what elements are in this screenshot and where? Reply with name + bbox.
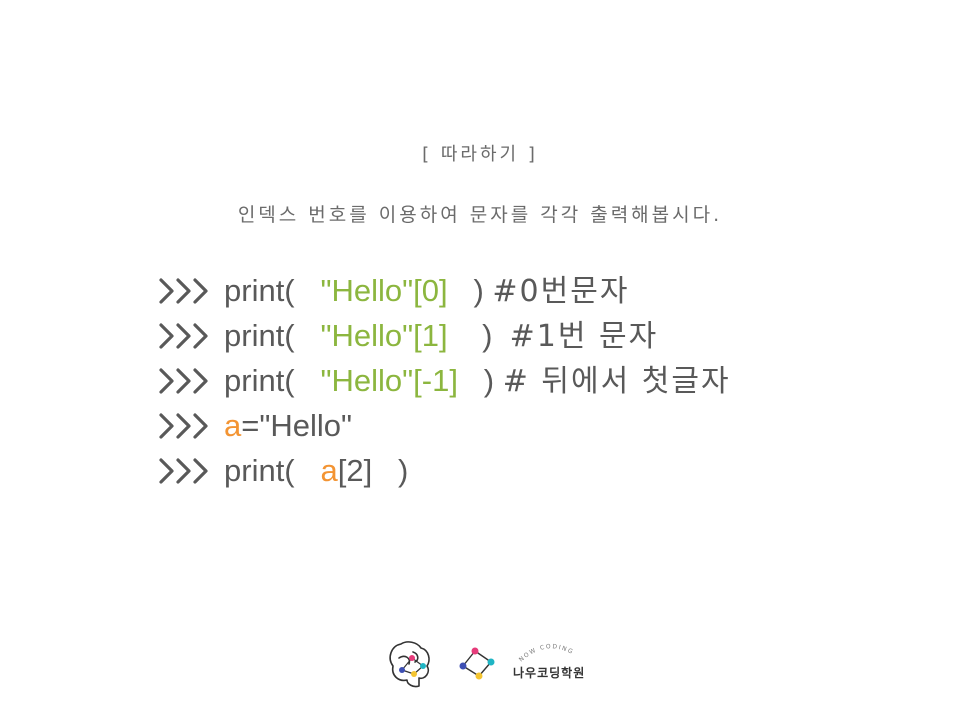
code-line-4: a="Hello" — [158, 403, 938, 448]
code-line-2: print( "Hello"[1] ) #1번 문자 — [158, 313, 938, 358]
logo: NOW CODING 나우코딩학원 — [385, 636, 605, 696]
close-paren: ) — [398, 453, 409, 488]
logo-arc-text: NOW CODING — [518, 643, 575, 663]
variable-name: a — [320, 453, 338, 488]
triple-chevron-right-icon — [158, 268, 224, 313]
code-line-5: print( a[2] ) — [158, 448, 938, 493]
slide-subtitle: 인덱스 번호를 이용하여 문자를 각각 출력해봅시다. — [237, 204, 723, 226]
code-comment: #1번 문자 — [509, 319, 659, 354]
triple-chevron-right-icon — [158, 403, 224, 448]
code-line-3: print( "Hello"[-1] ) # 뒤에서 첫글자 — [158, 358, 938, 403]
function-name: print( — [224, 273, 295, 308]
slide-title: [ 따라하기 ] — [422, 144, 538, 165]
svg-text:NOW CODING: NOW CODING — [518, 643, 575, 663]
string-literal: "Hello"[0] — [320, 273, 448, 308]
triple-chevron-right-icon — [158, 448, 224, 493]
assignment-expression: ="Hello" — [241, 408, 353, 443]
network-diamond-icon — [459, 647, 495, 680]
close-paren: ) — [473, 273, 484, 308]
logo-name: 나우코딩학원 — [513, 666, 586, 680]
close-paren: ) — [482, 318, 493, 353]
triple-chevron-right-icon — [158, 358, 224, 403]
function-name: print( — [224, 318, 295, 353]
close-paren: ) — [483, 363, 495, 398]
brain-icon — [389, 641, 430, 688]
string-literal: "Hello"[-1] — [320, 363, 458, 398]
code-comment: #0번문자 — [492, 274, 630, 309]
code-comment: # 뒤에서 첫글자 — [502, 364, 731, 399]
code-line-1: print( "Hello"[0] ) #0번문자 — [158, 268, 938, 313]
slide: [ 따라하기 ] 인덱스 번호를 이용하여 문자를 각각 출력해봅시다. pri… — [0, 0, 960, 720]
function-name: print( — [224, 453, 295, 488]
variable-name: a — [224, 408, 242, 443]
function-name: print( — [224, 363, 295, 398]
string-literal: "Hello"[1] — [320, 318, 448, 353]
code-block: print( "Hello"[0] ) #0번문자 print( "Hello"… — [158, 268, 938, 493]
triple-chevron-right-icon — [158, 313, 224, 358]
index-expression: [2] — [337, 453, 373, 488]
